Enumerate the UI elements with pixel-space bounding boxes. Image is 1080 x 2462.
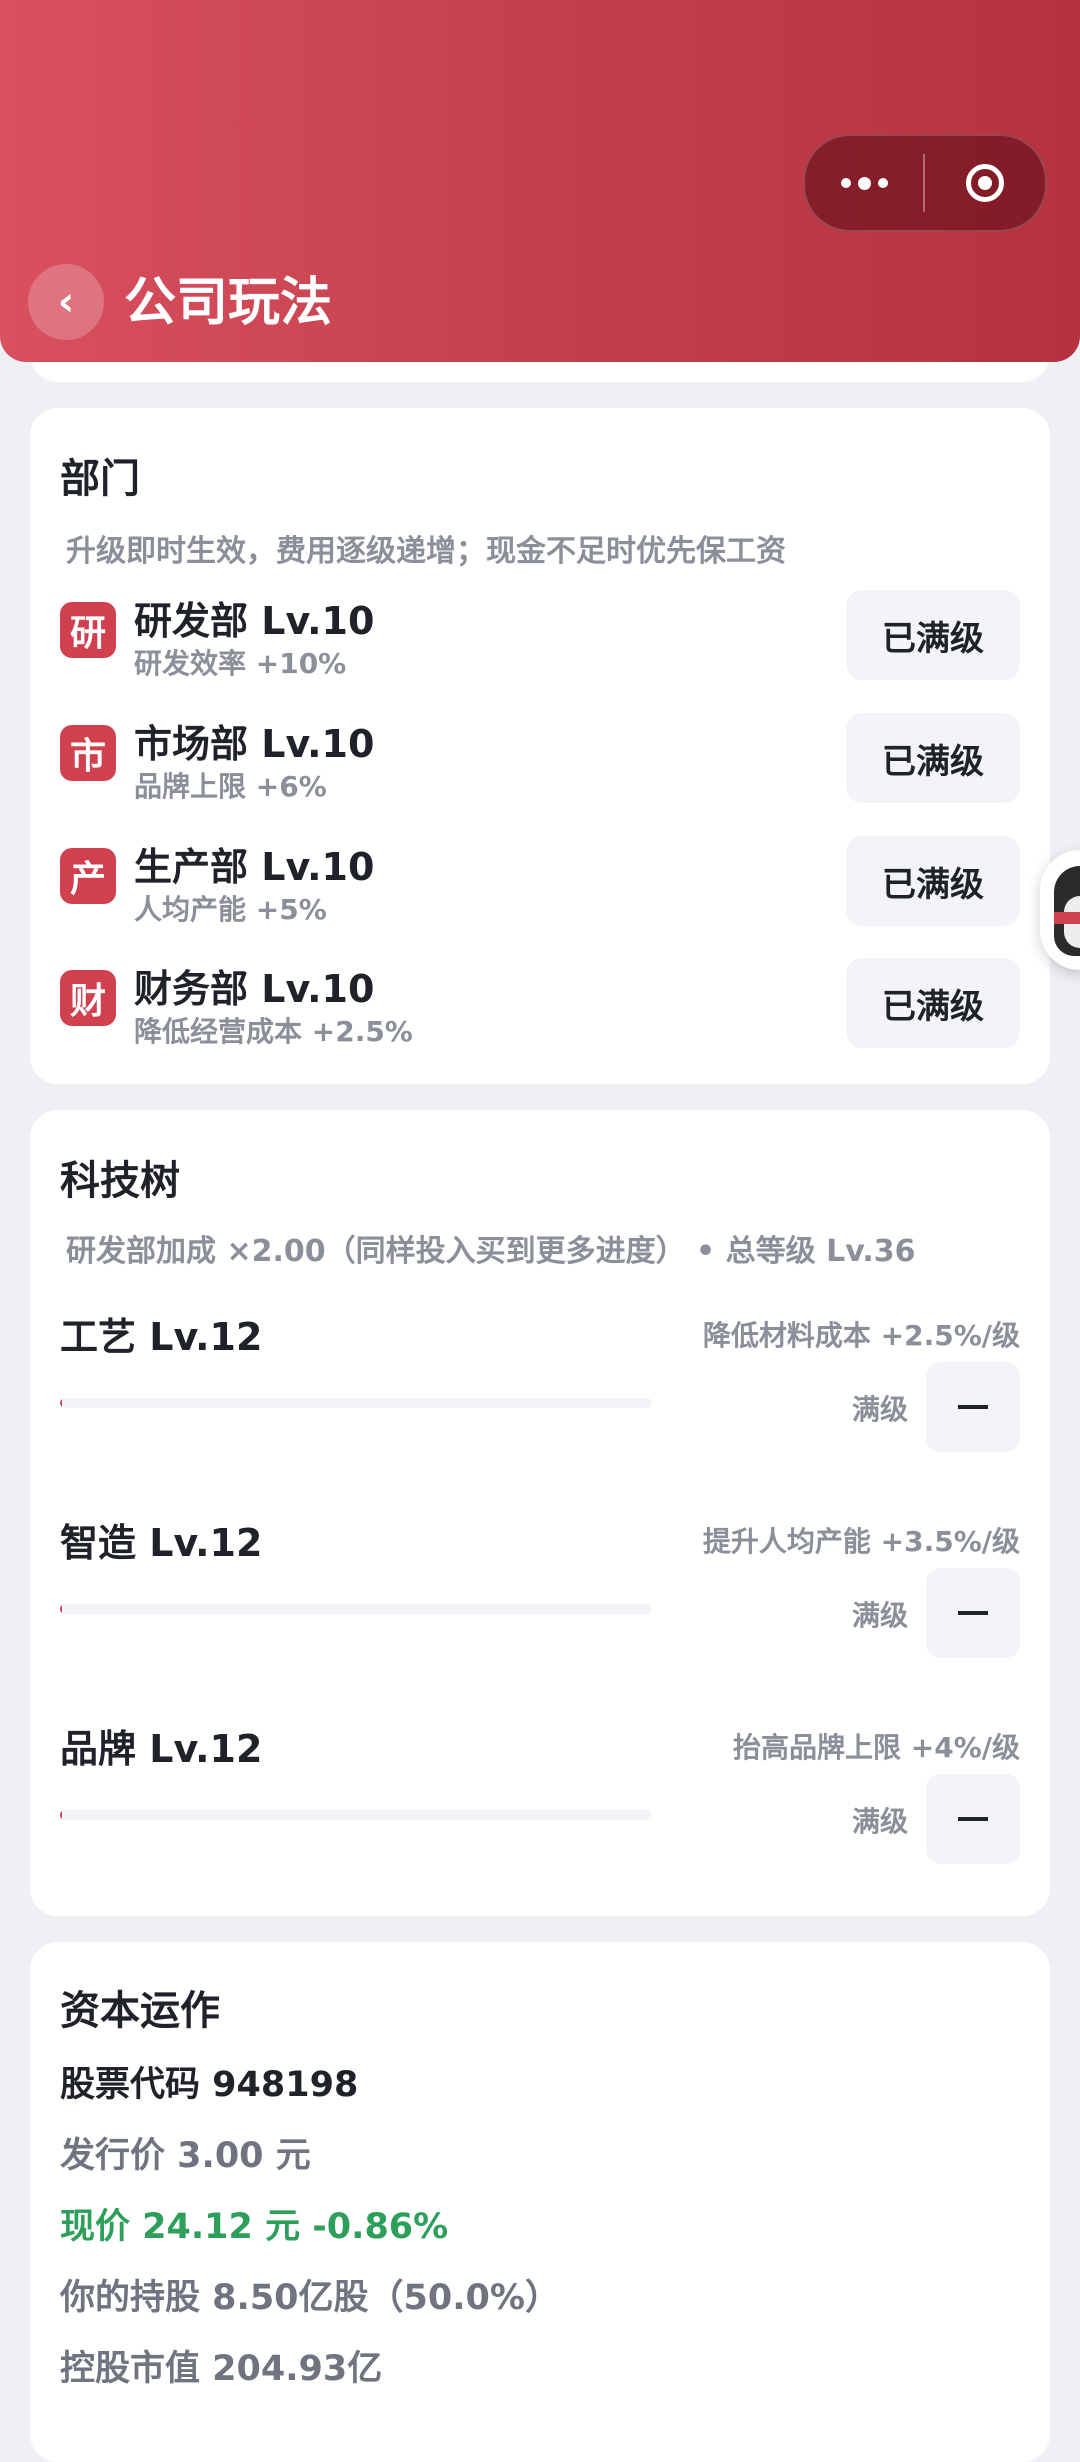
department-name: 研发部 Lv.10 — [134, 599, 375, 643]
department-row-production: 产 生产部 Lv.10 人均产能 +5% 已满级 — [60, 836, 1020, 936]
stock-code: 股票代码 948198 — [60, 2065, 359, 2105]
tech-progress-fill — [60, 1810, 62, 1820]
department-effect: 降低经营成本 +2.5% — [134, 1015, 413, 1048]
upgrade-button-marketing[interactable]: 已满级 — [846, 713, 1020, 803]
tech-tree-title: 科技树 — [60, 1158, 180, 1204]
tech-invest-button[interactable] — [926, 1568, 1020, 1658]
tech-row-craft: 工艺 Lv.12 降低材料成本 +2.5%/级 满级 — [60, 1306, 1020, 1486]
departments-card: 部门 升级即时生效，费用逐级递增；现金不足时优先保工资 研 研发部 Lv.10 … — [30, 408, 1050, 1084]
department-row-marketing: 市 市场部 Lv.10 品牌上限 +6% 已满级 — [60, 713, 1020, 813]
departments-subtitle: 升级即时生效，费用逐级递增；现金不足时优先保工资 — [66, 534, 786, 569]
issue-price: 发行价 3.00 元 — [60, 2136, 311, 2176]
tech-progress-fill — [60, 1604, 62, 1614]
tech-status: 满级 — [851, 1393, 908, 1426]
tech-progress-bar — [60, 1810, 652, 1820]
back-button[interactable]: ‹ — [28, 264, 104, 340]
tech-row-smart: 智造 Lv.12 提升人均产能 +3.5%/级 满级 — [60, 1512, 1020, 1692]
capital-card: 资本运作 股票代码 948198 发行价 3.00 元 现价 24.12 元 -… — [30, 1942, 1050, 2462]
minus-icon — [958, 1405, 988, 1409]
tech-progress-bar — [60, 1398, 652, 1408]
tech-name: 品牌 Lv.12 — [60, 1727, 263, 1771]
market-value: 控股市值 204.93亿 — [60, 2349, 383, 2389]
tech-invest-button[interactable] — [926, 1362, 1020, 1452]
minus-icon — [958, 1817, 988, 1821]
tech-effect: 抬高品牌上限 +4%/级 — [733, 1731, 1020, 1764]
minus-icon — [958, 1611, 988, 1615]
tech-tree-subtitle: 研发部加成 ×2.00（同样投入买到更多进度） • 总等级 Lv.36 — [66, 1234, 916, 1269]
mini-program-capsule — [803, 134, 1047, 232]
department-effect: 研发效率 +10% — [134, 647, 347, 680]
current-price: 现价 24.12 元 -0.86% — [60, 2207, 449, 2247]
more-menu-icon[interactable] — [805, 136, 923, 230]
department-name: 生产部 Lv.10 — [134, 845, 375, 889]
tech-effect: 降低材料成本 +2.5%/级 — [702, 1319, 1020, 1352]
holdings: 你的持股 8.50亿股（50.0%） — [60, 2278, 560, 2318]
department-row-finance: 财 财务部 Lv.10 降低经营成本 +2.5% 已满级 — [60, 958, 1020, 1058]
finance-icon: 财 — [60, 970, 116, 1026]
upgrade-button-rd[interactable]: 已满级 — [846, 590, 1020, 680]
tech-row-brand: 品牌 Lv.12 抬高品牌上限 +4%/级 满级 — [60, 1718, 1020, 1898]
department-name: 财务部 Lv.10 — [134, 967, 375, 1011]
tech-progress-fill — [60, 1398, 62, 1408]
capital-title: 资本运作 — [60, 1988, 220, 2034]
close-mini-program-icon[interactable] — [925, 164, 1045, 202]
tech-progress-bar — [60, 1604, 652, 1614]
department-name: 市场部 Lv.10 — [134, 722, 375, 766]
department-row-rd: 研 研发部 Lv.10 研发效率 +10% 已满级 — [60, 590, 1020, 690]
departments-title: 部门 — [60, 456, 140, 502]
tech-status: 满级 — [851, 1805, 908, 1838]
production-icon: 产 — [60, 848, 116, 904]
tech-tree-card: 科技树 研发部加成 ×2.00（同样投入买到更多进度） • 总等级 Lv.36 … — [30, 1110, 1050, 1916]
floating-mascot-avatar[interactable] — [1040, 850, 1080, 970]
rd-icon: 研 — [60, 602, 116, 658]
tech-status: 满级 — [851, 1599, 908, 1632]
penguin-scarf — [1054, 912, 1080, 924]
tech-effect: 提升人均产能 +3.5%/级 — [702, 1525, 1020, 1558]
tech-invest-button[interactable] — [926, 1774, 1020, 1864]
department-effect: 品牌上限 +6% — [134, 770, 327, 803]
department-effect: 人均产能 +5% — [134, 893, 327, 926]
page-title: 公司玩法 — [124, 273, 333, 333]
upgrade-button-finance[interactable]: 已满级 — [846, 958, 1020, 1048]
tech-name: 工艺 Lv.12 — [60, 1315, 263, 1359]
upgrade-button-production[interactable]: 已满级 — [846, 836, 1020, 926]
tech-name: 智造 Lv.12 — [60, 1521, 263, 1565]
app-header: ‹ 公司玩法 — [0, 0, 1080, 362]
marketing-icon: 市 — [60, 725, 116, 781]
